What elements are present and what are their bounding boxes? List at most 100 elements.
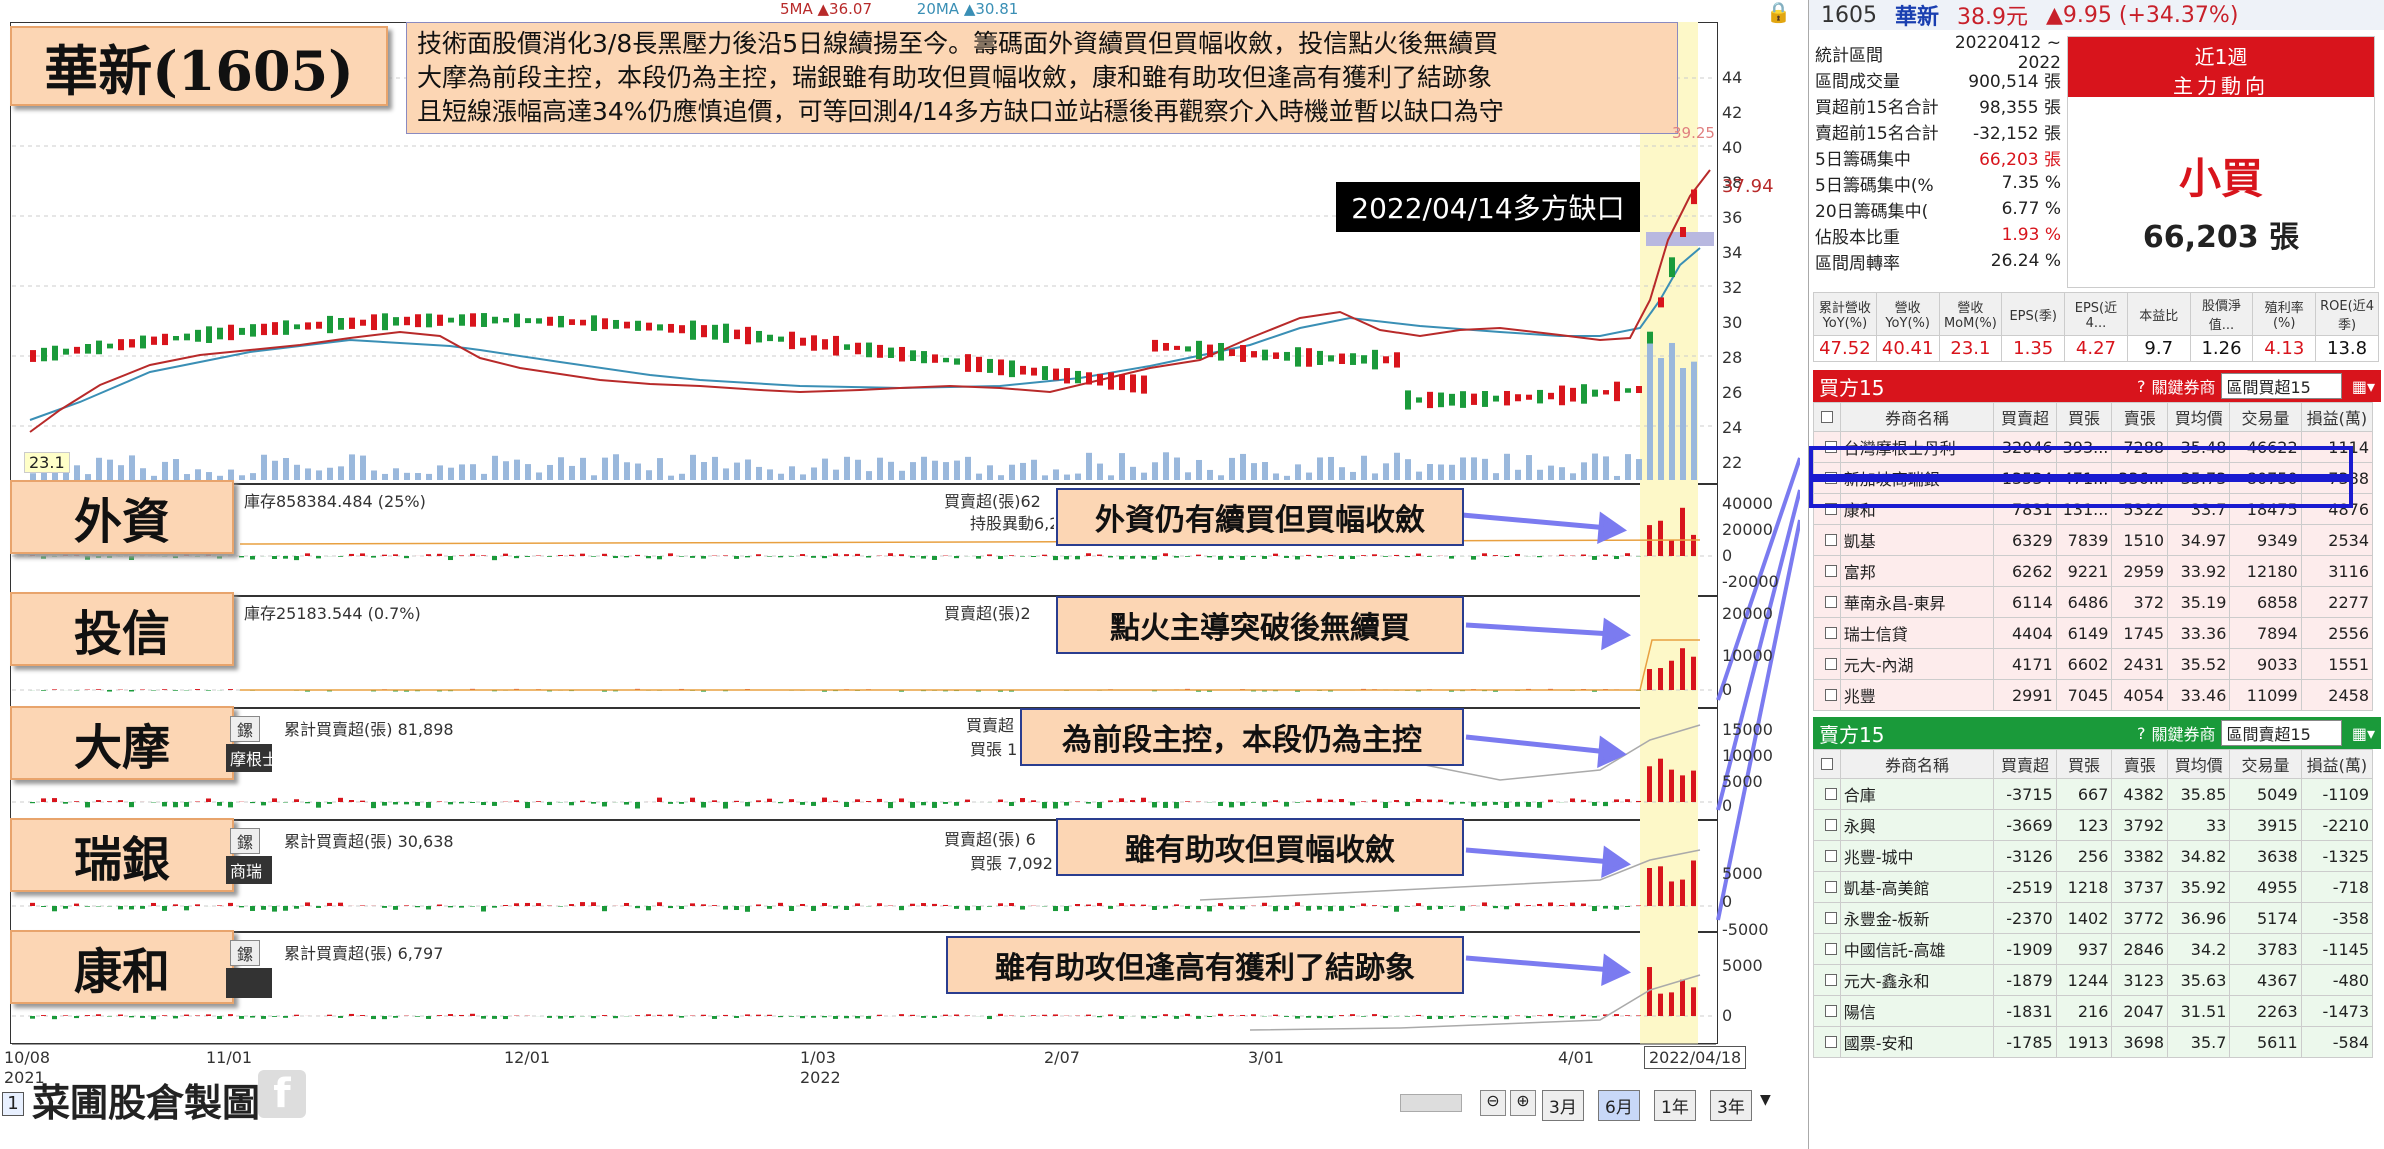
sell-table[interactable]: 券商名稱 買賣超 買張 賣張 買均價 交易量 損益(萬) 合庫 -3715 667 4382 35.8…: [1813, 749, 2374, 1058]
flow-bar: [1196, 906, 1201, 910]
table-row[interactable]: 合庫 -3715 667 4382 35.85 5049 -1109: [1813, 778, 2374, 810]
table-header[interactable]: 交易量: [2229, 749, 2302, 779]
table-cell: 7894: [2229, 617, 2302, 649]
buy-range-select[interactable]: 區間買超15: [2221, 373, 2342, 399]
row-checkbox[interactable]: [1813, 964, 1841, 996]
grid-settings-icon[interactable]: ▦▾: [2352, 377, 2375, 396]
row-checkbox[interactable]: [1813, 586, 1841, 618]
table-header[interactable]: 買賣超: [1993, 749, 2057, 779]
table-header[interactable]: 買均價: [2167, 749, 2231, 779]
table-header[interactable]: 損益(萬): [2300, 749, 2374, 779]
table-header[interactable]: 券商名稱: [1839, 402, 1995, 432]
table-row[interactable]: 元大-內湖 4171 6602 2431 35.52 9033 1551: [1813, 648, 2374, 680]
row-checkbox[interactable]: [1813, 524, 1841, 556]
row-checkbox[interactable]: [1813, 555, 1841, 587]
row-checkbox[interactable]: [1813, 648, 1841, 680]
range-3m-button[interactable]: 3月: [1542, 1090, 1584, 1121]
chart-area[interactable]: 華新(1605) 技術面股價消化3/8長黑壓力後沿5日線續揚至今。籌碼面外資續買…: [0, 0, 1800, 1149]
volume-bar: [1339, 467, 1345, 480]
row-checkbox[interactable]: [1813, 840, 1841, 872]
flow-bar: [569, 554, 574, 556]
table-row[interactable]: 凱基-高美館 -2519 1218 3737 35.92 4955 -718: [1813, 871, 2374, 903]
row-checkbox[interactable]: [1813, 778, 1841, 810]
buy-section-header: 買方15 ? 關鍵券商 區間買超15 ▦▾: [1813, 370, 2381, 402]
table-row[interactable]: 中國信託-高雄 -1909 937 2846 34.2 3783 -1145: [1813, 933, 2374, 965]
candle: [1251, 351, 1257, 358]
row-checkbox[interactable]: [1813, 933, 1841, 965]
right-panel[interactable]: 1605 華新 38.9元 ▲9.95 (+34.37%) 統計區間 202204…: [1808, 0, 2384, 1149]
table-row[interactable]: 陽信 -1831 216 2047 31.51 2263 -1473: [1813, 995, 2374, 1027]
table-row[interactable]: 國票-安和 -1785 1913 3698 35.7 5611 -584: [1813, 1026, 2374, 1058]
table-header[interactable]: 交易量: [2229, 402, 2302, 432]
flow-bar: [943, 904, 948, 906]
flow-bar: [1427, 556, 1432, 557]
row-checkbox[interactable]: [1813, 995, 1841, 1027]
ms-select[interactable]: 鏍: [230, 716, 261, 742]
flow-bar: [437, 1015, 442, 1016]
flow-bar: [1361, 903, 1366, 906]
page-number[interactable]: 1: [2, 1092, 24, 1116]
volume-bar: [393, 468, 399, 480]
range-6m-button[interactable]: 6月: [1598, 1090, 1640, 1121]
lock-icon[interactable]: 🔒: [1766, 0, 1791, 24]
table-row[interactable]: 元大-鑫永和 -1879 1244 3123 35.63 4367 -480: [1813, 964, 2374, 996]
table-row[interactable]: 華南永昌-東昇 6114 6486 372 35.19 6858 2277: [1813, 586, 2374, 618]
help-icon[interactable]: ?: [2137, 377, 2146, 396]
kgi-select[interactable]: 鏍: [230, 940, 261, 966]
table-header[interactable]: 券商名稱: [1839, 749, 1995, 779]
row-checkbox[interactable]: [1813, 871, 1841, 903]
table-row[interactable]: 富邦 6262 9221 2959 33.92 12180 3116: [1813, 555, 2374, 587]
flow-bar: [162, 802, 167, 807]
sell-range-select[interactable]: 區間賣超15: [2221, 720, 2342, 746]
grid-settings-icon[interactable]: ▦▾: [2352, 724, 2375, 743]
candle: [921, 351, 927, 364]
select-all-checkbox[interactable]: [1813, 749, 1841, 779]
range-3y-button[interactable]: 3年: [1710, 1090, 1752, 1121]
table-row[interactable]: 兆豐 2991 7045 4054 33.46 11099 2458: [1813, 679, 2374, 711]
flow-bar: [217, 802, 222, 806]
row-checkbox[interactable]: [1813, 902, 1841, 934]
scroll-bar[interactable]: [1400, 1094, 1462, 1112]
table-cell: 6602: [2055, 648, 2113, 680]
key-broker-link[interactable]: 關鍵券商: [2151, 721, 2215, 745]
table-row[interactable]: 兆豐-城中 -3126 256 3382 34.82 3638 -1325: [1813, 840, 2374, 872]
table-row[interactable]: 瑞士信貸 4404 6149 1745 33.36 7894 2556: [1813, 617, 2374, 649]
flow-bar: [778, 1016, 783, 1018]
table-header[interactable]: 買張: [2055, 749, 2113, 779]
stat-row: 統計區間 20220412 ~ 2022: [1815, 33, 2061, 73]
row-checkbox[interactable]: [1813, 679, 1841, 711]
volume-bar: [1009, 464, 1015, 480]
help-icon[interactable]: ?: [2137, 724, 2146, 743]
table-row[interactable]: 凱基 6329 7839 1510 34.97 9349 2534: [1813, 524, 2374, 556]
flow-bar: [1152, 906, 1157, 910]
range-1y-button[interactable]: 1年: [1654, 1090, 1696, 1121]
flow-bar: [1174, 556, 1179, 558]
zoom-in-icon[interactable]: ⊕: [1510, 1090, 1536, 1116]
volume-bar: [481, 473, 487, 480]
row-checkbox[interactable]: [1813, 1026, 1841, 1058]
flow-bar: [1097, 802, 1102, 809]
table-cell: 667: [2055, 778, 2113, 810]
table-header[interactable]: 買賣超: [1993, 402, 2057, 432]
table-row[interactable]: 永豐金-板新 -2370 1402 3772 36.96 5174 -358: [1813, 902, 2374, 934]
table-header[interactable]: 賣張: [2111, 749, 2169, 779]
ubs-select[interactable]: 鏍: [230, 828, 261, 854]
range-dropdown-icon[interactable]: ▼: [1760, 1092, 1771, 1108]
table-header[interactable]: 買張: [2055, 402, 2113, 432]
key-broker-link[interactable]: 關鍵券商: [2151, 374, 2215, 398]
table-header[interactable]: 賣張: [2111, 402, 2169, 432]
select-all-checkbox[interactable]: [1813, 402, 1841, 432]
flow-bar: [338, 797, 343, 802]
zoom-out-icon[interactable]: ⊖: [1480, 1090, 1506, 1116]
flow-bar: [283, 906, 288, 911]
volume-bar: [272, 460, 278, 480]
row-checkbox[interactable]: [1813, 809, 1841, 841]
table-header[interactable]: 損益(萬): [2300, 402, 2374, 432]
row-checkbox[interactable]: [1813, 617, 1841, 649]
ms-callout: 為前段主控，本段仍為主控: [1020, 708, 1464, 766]
table-header[interactable]: 買均價: [2167, 402, 2231, 432]
table-row[interactable]: 永興 -3669 123 3792 33 3915 -2210: [1813, 809, 2374, 841]
flow-bar: [129, 802, 134, 808]
ubs-axis-2: -5000: [1722, 920, 1769, 939]
volume-bar: [679, 473, 685, 480]
